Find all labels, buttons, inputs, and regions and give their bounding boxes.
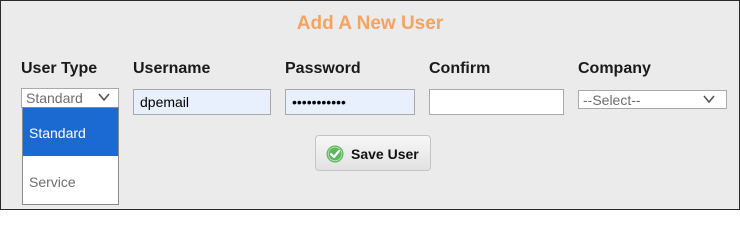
check-circle-icon: [326, 145, 344, 163]
company-label: Company: [578, 60, 651, 77]
user-type-dropdown-list: Standard Service: [22, 107, 119, 205]
save-user-label: Save User: [351, 146, 419, 162]
user-type-label: User Type: [21, 60, 98, 77]
company-select-value: --Select--: [583, 92, 641, 108]
chevron-down-icon: [98, 93, 110, 102]
user-type-select-value: Standard: [26, 90, 83, 106]
add-user-panel: Add A New User User Type Username Passwo…: [0, 0, 740, 210]
username-label: Username: [133, 60, 211, 77]
confirm-label: Confirm: [429, 60, 491, 77]
password-label: Password: [285, 60, 361, 77]
form-title: Add A New User: [296, 13, 444, 34]
chevron-down-icon: [703, 95, 715, 104]
user-type-option-service[interactable]: Service: [23, 156, 118, 204]
username-input[interactable]: dpemail: [133, 89, 271, 115]
password-input[interactable]: •••••••••••: [285, 89, 415, 115]
save-user-button[interactable]: Save User: [315, 135, 431, 171]
user-type-option-standard[interactable]: Standard: [23, 108, 118, 156]
company-select[interactable]: --Select--: [578, 90, 727, 109]
user-type-select[interactable]: Standard: [21, 88, 119, 108]
confirm-password-input[interactable]: [429, 89, 564, 115]
